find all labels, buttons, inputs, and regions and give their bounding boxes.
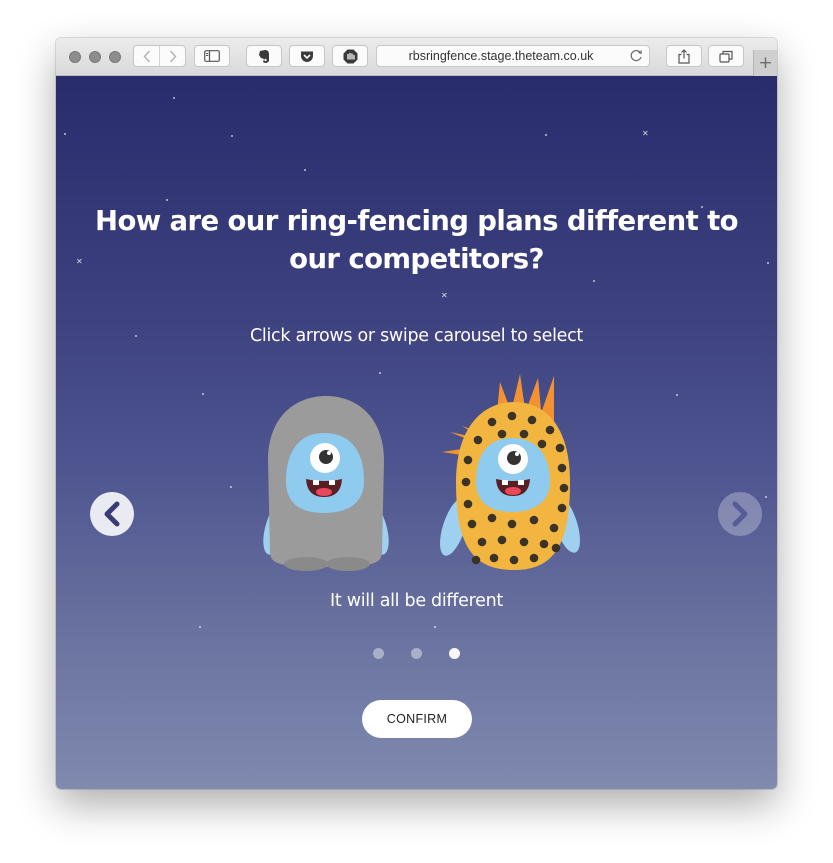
minimize-window-button[interactable] [89, 51, 101, 63]
share-icon [678, 48, 690, 64]
tabs-icon [719, 50, 733, 63]
pocket-icon [301, 51, 313, 62]
carousel-pagination [373, 648, 463, 660]
star [765, 496, 767, 498]
address-bar[interactable]: rbsringfence.stage.theteam.co.uk [376, 45, 650, 67]
adblock-extension-button[interactable] [332, 45, 368, 67]
carousel-next-button[interactable] [718, 492, 762, 536]
star [166, 199, 168, 201]
plus-icon: + [758, 52, 773, 73]
confirm-button[interactable]: CONFIRM [362, 700, 472, 738]
star [199, 626, 201, 628]
tabs-overview-button[interactable] [708, 45, 744, 67]
close-window-button[interactable] [69, 51, 81, 63]
history-nav-group [133, 45, 186, 67]
star [379, 372, 381, 374]
star [434, 626, 436, 628]
pocket-extension-button[interactable] [289, 45, 325, 67]
share-button[interactable] [666, 45, 702, 67]
star [304, 169, 306, 171]
grey-monster-illustration [263, 396, 389, 571]
star: ✕ [441, 291, 448, 300]
carousel-prev-button[interactable] [90, 492, 134, 536]
star [173, 97, 175, 99]
sidebar-icon [204, 50, 220, 62]
hand-stop-icon [343, 49, 357, 63]
pagination-dot-1[interactable] [373, 648, 384, 659]
back-button[interactable] [134, 46, 160, 66]
page-title: How are our ring-fencing plans different… [95, 205, 738, 275]
chevron-left-icon [143, 50, 150, 62]
new-tab-button[interactable]: + [753, 50, 777, 76]
star: ✕ [642, 129, 649, 138]
browser-toolbar: rbsringfence.stage.theteam.co.uk + [56, 38, 777, 76]
evernote-extension-button[interactable] [246, 45, 282, 67]
url-text: rbsringfence.stage.theteam.co.uk [408, 49, 594, 63]
evernote-icon [259, 49, 269, 63]
chevron-right-icon [169, 50, 176, 62]
browser-window: rbsringfence.stage.theteam.co.uk + ✕ ✕ ✕… [56, 38, 777, 789]
instruction-text: Click arrows or swipe carousel to select [250, 326, 583, 346]
star [64, 133, 66, 135]
yellow-spotted-monster-illustration [440, 374, 580, 570]
star [231, 135, 233, 137]
star [767, 262, 769, 264]
star [593, 280, 595, 282]
star [545, 134, 547, 136]
slide-caption: It will all be different [330, 591, 503, 611]
star [230, 486, 232, 488]
star [202, 393, 204, 395]
star [676, 394, 678, 396]
chevron-left-icon [104, 501, 120, 527]
pagination-dot-2[interactable] [411, 648, 422, 659]
pagination-dot-3-active[interactable] [449, 648, 460, 659]
reload-icon[interactable] [630, 49, 643, 62]
chevron-right-icon [732, 501, 748, 527]
forward-button[interactable] [160, 46, 185, 66]
zoom-window-button[interactable] [109, 51, 121, 63]
page-content: ✕ ✕ ✕ How are our ring-fencing plans dif… [56, 76, 777, 789]
sidebar-button[interactable] [194, 45, 230, 67]
